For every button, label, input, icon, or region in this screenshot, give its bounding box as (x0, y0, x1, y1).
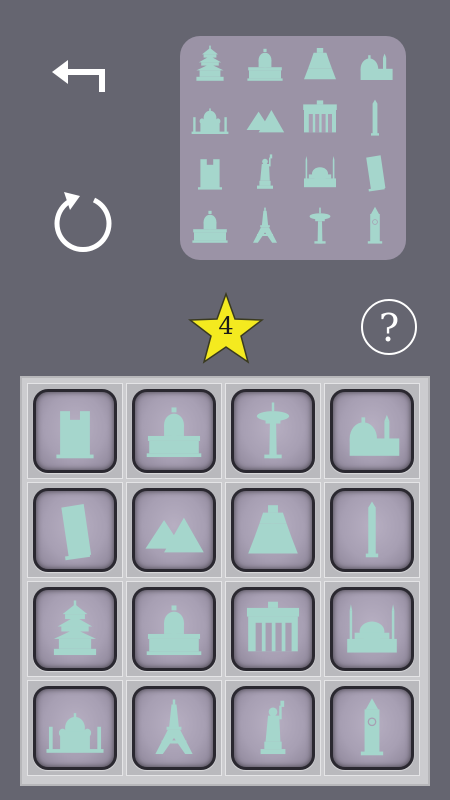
preview-cell (190, 206, 230, 246)
board-slot (126, 482, 222, 578)
leaning-tower-of-pisa-icon (366, 155, 386, 192)
brandenburg-gate-icon (246, 601, 300, 652)
board-slot (126, 383, 222, 479)
hagia-sophia-icon (347, 604, 397, 653)
preview-cell (245, 44, 285, 84)
chichen-itza-pyramid-icon (248, 505, 298, 554)
tile-eiffel-tower[interactable] (132, 686, 216, 770)
tile-florence-cathedral[interactable] (330, 389, 414, 473)
preview-cell (355, 44, 395, 84)
notre-dame-icon (198, 159, 222, 190)
leaning-tower-of-pisa-icon (61, 503, 92, 561)
board-slot (126, 581, 222, 677)
board-slot (324, 680, 420, 776)
big-ben-icon (367, 206, 383, 244)
tile-leaning-tower-of-pisa[interactable] (33, 488, 117, 572)
space-needle-icon (309, 207, 331, 244)
notre-dame-icon (56, 411, 94, 459)
board-slot (27, 581, 123, 677)
preview-cell (300, 206, 340, 246)
florence-cathedral-icon (360, 53, 393, 80)
us-capitol-icon (192, 210, 228, 243)
brandenburg-gate-icon (303, 100, 337, 133)
us-capitol-icon (146, 407, 202, 458)
board-slot (27, 383, 123, 479)
target-preview-panel (180, 36, 406, 260)
preview-cell (300, 44, 340, 84)
board-slot (225, 581, 321, 677)
preview-cell (300, 98, 340, 138)
tile-taj-mahal[interactable] (33, 686, 117, 770)
florence-cathedral-icon (349, 414, 400, 456)
temple-of-heaven-icon (53, 600, 97, 656)
back-button[interactable] (46, 52, 112, 102)
temple-of-heaven-icon (196, 45, 224, 81)
tile-temple-of-heaven[interactable] (33, 587, 117, 671)
star-count: 4 (218, 312, 234, 340)
pyramids-of-giza-icon (246, 110, 285, 133)
preview-cell (300, 152, 340, 192)
preview-cell (245, 98, 285, 138)
board-slot (324, 482, 420, 578)
eiffel-tower-icon (253, 207, 277, 243)
tile-us-capitol[interactable] (132, 587, 216, 671)
pyramids-of-giza-icon (145, 517, 204, 553)
board-slot (225, 482, 321, 578)
score-star: 4 (187, 291, 265, 364)
statue-of-liberty-icon (260, 700, 286, 755)
preview-cell (245, 152, 285, 192)
tile-chichen-itza-pyramid[interactable] (231, 488, 315, 572)
us-capitol-icon (146, 605, 202, 656)
tile-big-ben[interactable] (330, 686, 414, 770)
taj-mahal-icon (191, 108, 229, 134)
preview-cell (245, 206, 285, 246)
puzzle-board (20, 376, 430, 786)
preview-cell (355, 98, 395, 138)
tile-notre-dame[interactable] (33, 389, 117, 473)
tile-us-capitol[interactable] (132, 389, 216, 473)
preview-cell (190, 44, 230, 84)
tile-statue-of-liberty[interactable] (231, 686, 315, 770)
statue-of-liberty-icon (257, 154, 273, 189)
preview-cell (355, 206, 395, 246)
washington-monument-icon (365, 501, 379, 558)
chichen-itza-pyramid-icon (304, 48, 336, 80)
board-slot (324, 383, 420, 479)
board-slot (27, 680, 123, 776)
reset-circular-arrow-icon (54, 192, 112, 253)
tile-hagia-sophia[interactable] (330, 587, 414, 671)
tile-space-needle[interactable] (231, 389, 315, 473)
us-capitol-icon (247, 48, 283, 81)
eiffel-tower-icon (155, 699, 193, 755)
space-needle-icon (256, 402, 290, 459)
preview-cell (190, 152, 230, 192)
reset-button[interactable] (50, 188, 116, 254)
tile-pyramids-of-giza[interactable] (132, 488, 216, 572)
preview-cell (190, 98, 230, 138)
board-slot (225, 383, 321, 479)
washington-monument-icon (371, 99, 379, 136)
help-button[interactable]: ? (358, 298, 420, 360)
tile-brandenburg-gate[interactable] (231, 587, 315, 671)
big-ben-icon (360, 698, 384, 756)
board-slot (324, 581, 420, 677)
back-arrow-icon (52, 60, 105, 92)
preview-cell (355, 152, 395, 192)
svg-text:?: ? (379, 306, 399, 350)
board-slot (126, 680, 222, 776)
tile-washington-monument[interactable] (330, 488, 414, 572)
hagia-sophia-icon (304, 156, 336, 188)
board-slot (27, 482, 123, 578)
taj-mahal-icon (46, 713, 104, 753)
board-slot (225, 680, 321, 776)
question-mark-icon: ? (361, 299, 417, 355)
